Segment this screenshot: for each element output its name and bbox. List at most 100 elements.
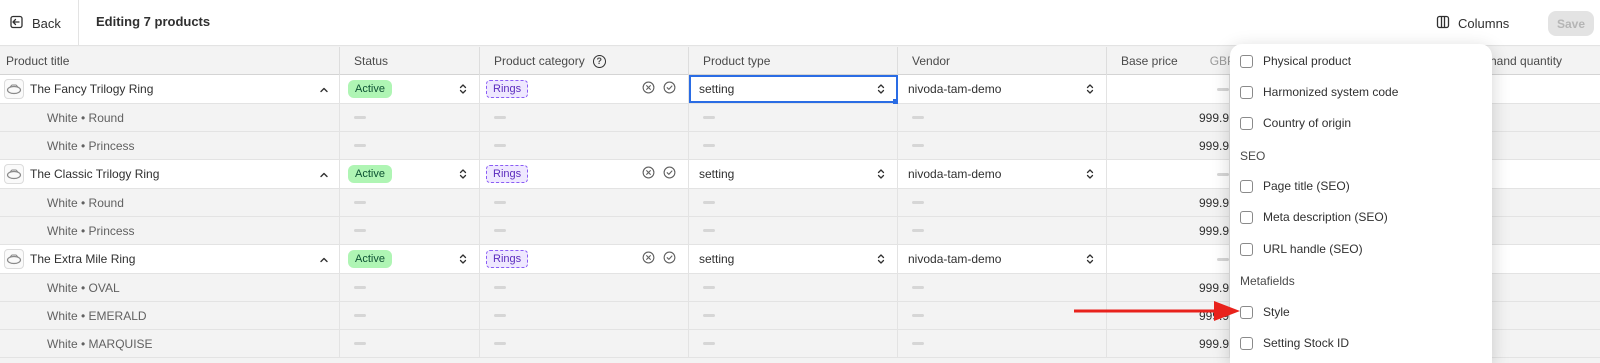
option-label: Harmonized system code: [1263, 85, 1399, 99]
product-type-cell[interactable]: setting: [689, 75, 898, 104]
select-arrows-icon: [1086, 168, 1094, 180]
header-on-hand[interactable]: hand quantity: [1490, 47, 1600, 75]
empty-dash: [494, 314, 506, 317]
variant-title-cell[interactable]: White • MARQUISE: [0, 330, 340, 357]
check-circle-icon[interactable]: [663, 251, 676, 267]
page-title: Editing 7 products: [96, 14, 211, 29]
checkbox[interactable]: [1240, 116, 1253, 130]
variant-title-cell[interactable]: White • Princess: [0, 217, 340, 244]
variant-empty-cell: [340, 132, 480, 159]
checkbox[interactable]: [1240, 85, 1253, 99]
select-arrows-icon: [877, 83, 885, 95]
option-style[interactable]: Style: [1240, 302, 1290, 322]
variant-price-cell[interactable]: 999.9: [1107, 217, 1230, 244]
clear-circle-icon[interactable]: [642, 166, 655, 182]
category-cell[interactable]: Rings: [480, 245, 689, 273]
variant-empty-cell: [480, 189, 689, 216]
select-arrows-icon: [459, 168, 467, 180]
chevron-up-icon[interactable]: [319, 254, 329, 264]
option-setting-stock-id[interactable]: Setting Stock ID: [1240, 333, 1349, 353]
header-product-category[interactable]: Product category?: [480, 47, 689, 75]
product-title-cell[interactable]: The Classic Trilogy Ring: [0, 160, 340, 188]
back-button[interactable]: Back: [10, 12, 61, 34]
variant-price-cell[interactable]: 999.9: [1107, 132, 1230, 159]
product-title-cell[interactable]: The Extra Mile Ring: [0, 245, 340, 273]
empty-dash: [912, 342, 924, 345]
empty-dash: [354, 116, 366, 119]
checkbox[interactable]: [1240, 242, 1253, 256]
product-type-cell[interactable]: setting: [689, 245, 898, 273]
variant-title-cell[interactable]: White • EMERALD: [0, 302, 340, 329]
variant-price: 999.9: [1198, 280, 1229, 295]
checkbox[interactable]: [1240, 54, 1253, 68]
option-meta-description-seo[interactable]: Meta description (SEO): [1240, 207, 1388, 227]
category-cell[interactable]: Rings: [480, 160, 689, 188]
empty-dash: [703, 229, 715, 232]
checkbox[interactable]: [1240, 179, 1253, 193]
status-cell[interactable]: Active: [340, 245, 480, 273]
empty-dash: [912, 144, 924, 147]
category-cell[interactable]: Rings: [480, 75, 689, 103]
option-harmonized-system-code[interactable]: Harmonized system code: [1240, 82, 1398, 102]
back-arrow-icon: [10, 15, 24, 32]
help-icon[interactable]: ?: [592, 54, 606, 68]
columns-button[interactable]: Columns: [1436, 12, 1509, 34]
chevron-up-icon[interactable]: [319, 84, 329, 94]
header-status[interactable]: Status: [340, 47, 480, 75]
variant-empty-cell: [689, 132, 898, 159]
empty-dash: [354, 144, 366, 147]
empty-dash: [354, 286, 366, 289]
check-circle-icon[interactable]: [663, 81, 676, 97]
checkbox[interactable]: [1240, 336, 1253, 350]
variant-empty-cell: [480, 132, 689, 159]
base-price-cell[interactable]: [1107, 160, 1230, 188]
variant-title: White • Round: [47, 195, 124, 210]
variant-title-cell[interactable]: White • OVAL: [0, 274, 340, 301]
product-title-cell[interactable]: The Fancy Trilogy Ring: [0, 75, 340, 103]
option-label: Page title (SEO): [1263, 179, 1350, 193]
variant-empty-cell: [340, 302, 480, 329]
vendor-cell[interactable]: nivoda-tam-demo: [898, 160, 1107, 188]
vendor-cell[interactable]: nivoda-tam-demo: [898, 245, 1107, 273]
base-price-cell[interactable]: [1107, 75, 1230, 103]
variant-empty-cell: [480, 302, 689, 329]
option-label: Style: [1263, 305, 1290, 319]
variant-title-cell[interactable]: White • Round: [0, 189, 340, 216]
base-price-cell[interactable]: [1107, 245, 1230, 273]
variant-price-cell[interactable]: 999.9: [1107, 330, 1230, 357]
option-physical-product[interactable]: Physical product: [1240, 51, 1351, 71]
status-badge: Active: [348, 80, 392, 98]
header-product-title[interactable]: Product title: [0, 47, 340, 75]
option-label: Physical product: [1263, 54, 1352, 68]
ring-thumbnail-icon: [4, 164, 24, 184]
status-cell[interactable]: Active: [340, 75, 480, 103]
back-label: Back: [32, 15, 61, 31]
variant-empty-cell: [340, 274, 480, 301]
chevron-up-icon[interactable]: [319, 169, 329, 179]
checkbox[interactable]: [1240, 210, 1253, 224]
variant-price: 999.9: [1198, 110, 1229, 125]
columns-panel: Physical product Harmonized system code …: [1230, 44, 1492, 363]
product-type-cell[interactable]: setting: [689, 160, 898, 188]
option-url-handle-seo[interactable]: URL handle (SEO): [1240, 239, 1363, 259]
clear-circle-icon[interactable]: [642, 251, 655, 267]
header-vendor[interactable]: Vendor: [898, 47, 1107, 75]
variant-title-cell[interactable]: White • Princess: [0, 132, 340, 159]
header-product-type[interactable]: Product type: [689, 47, 898, 75]
variant-title-cell[interactable]: White • Round: [0, 104, 340, 131]
header-on-hand-label: hand quantity: [1490, 54, 1563, 68]
variant-price-cell[interactable]: 999.9: [1107, 104, 1230, 131]
variant-price-cell[interactable]: 999.9: [1107, 274, 1230, 301]
check-circle-icon[interactable]: [663, 166, 676, 182]
status-cell[interactable]: Active: [340, 160, 480, 188]
select-arrows-icon: [877, 168, 885, 180]
variant-price-cell[interactable]: 999.9: [1107, 189, 1230, 216]
empty-dash: [494, 229, 506, 232]
empty-dash: [703, 314, 715, 317]
option-page-title-seo[interactable]: Page title (SEO): [1240, 176, 1350, 196]
save-button[interactable]: Save: [1548, 11, 1594, 36]
option-country-of-origin[interactable]: Country of origin: [1240, 113, 1351, 133]
clear-circle-icon[interactable]: [642, 81, 655, 97]
vendor-cell[interactable]: nivoda-tam-demo: [898, 75, 1107, 103]
status-badge: Active: [348, 165, 392, 183]
